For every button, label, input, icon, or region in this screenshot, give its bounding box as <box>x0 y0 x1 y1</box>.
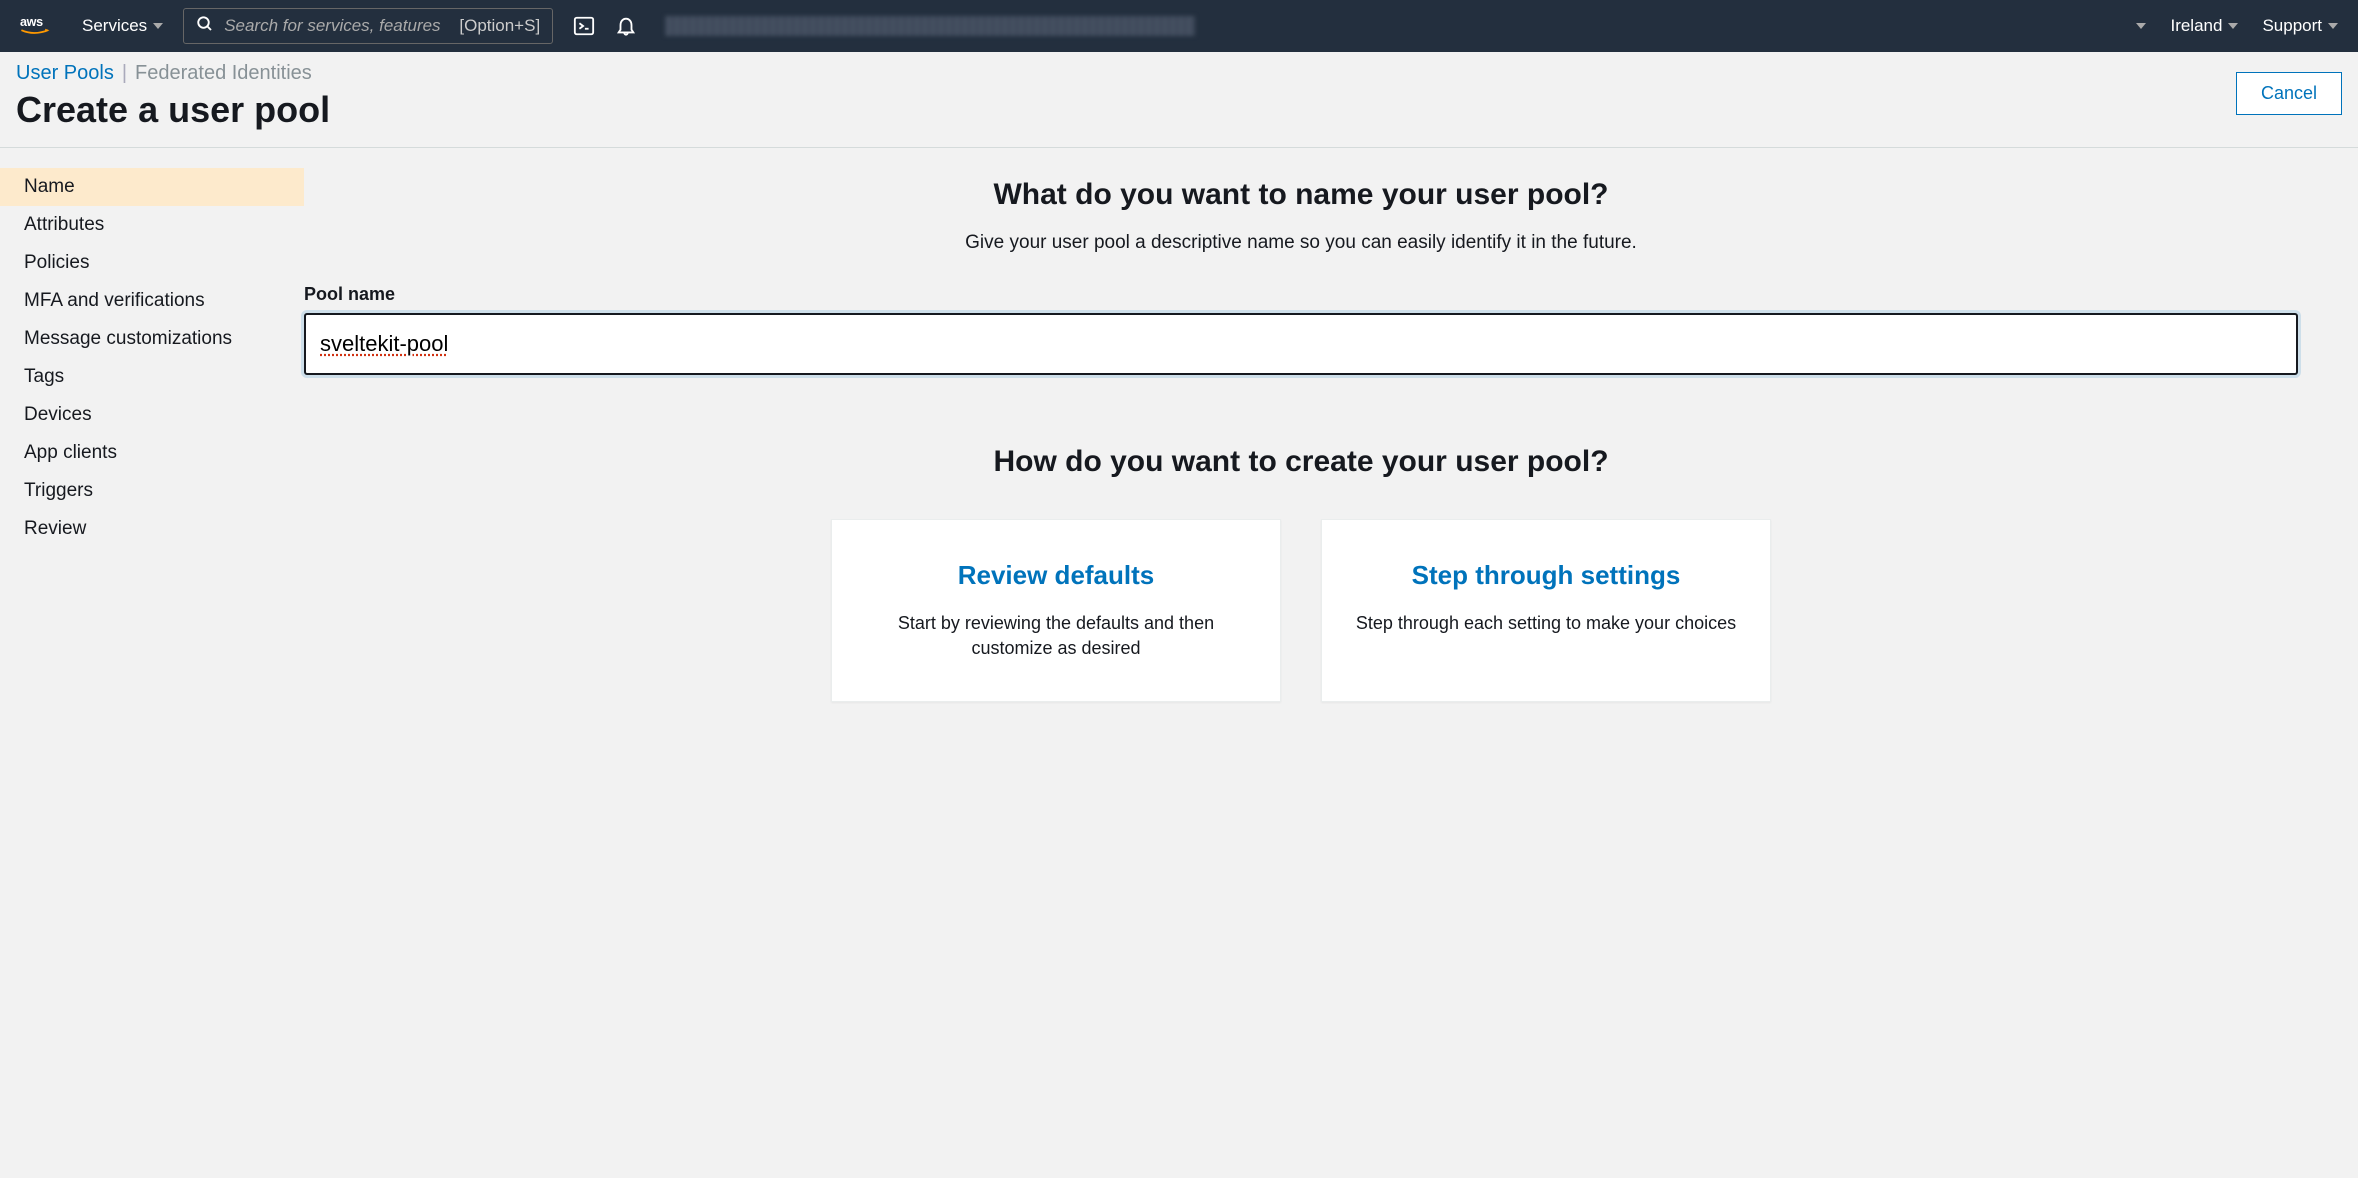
sidebar-item-app-clients[interactable]: App clients <box>0 434 304 472</box>
top-nav-bar: aws Services [Option+S] Ireland Support <box>0 0 2358 52</box>
account-info[interactable] <box>665 16 1195 36</box>
sidebar-item-name[interactable]: Name <box>0 168 304 206</box>
sidebar-item-policies[interactable]: Policies <box>0 244 304 282</box>
breadcrumb-federated[interactable]: Federated Identities <box>135 62 312 85</box>
sidebar-item-mfa[interactable]: MFA and verifications <box>0 282 304 320</box>
search-icon <box>196 15 214 38</box>
search-input[interactable] <box>224 16 449 36</box>
review-defaults-desc: Start by reviewing the defaults and then… <box>862 611 1250 661</box>
pool-name-input[interactable] <box>304 313 2298 375</box>
main-layout: Name Attributes Policies MFA and verific… <box>0 148 2358 742</box>
breadcrumb: User Pools | Federated Identities <box>16 62 330 85</box>
chevron-down-icon <box>2328 23 2338 29</box>
sidebar-item-messages[interactable]: Message customizations <box>0 320 304 358</box>
content-area: What do you want to name your user pool?… <box>304 148 2358 742</box>
chevron-down-icon <box>153 23 163 29</box>
region-selector[interactable]: Ireland <box>2170 16 2238 36</box>
review-defaults-title: Review defaults <box>862 560 1250 591</box>
aws-logo[interactable]: aws <box>20 12 62 40</box>
cloudshell-icon[interactable] <box>573 15 595 37</box>
search-shortcut: [Option+S] <box>459 16 540 36</box>
step-through-desc: Step through each setting to make your c… <box>1352 611 1740 636</box>
support-menu[interactable]: Support <box>2262 16 2338 36</box>
sidebar-item-attributes[interactable]: Attributes <box>0 206 304 244</box>
chevron-down-icon <box>2228 23 2238 29</box>
create-section-heading: How do you want to create your user pool… <box>304 445 2298 479</box>
svg-text:aws: aws <box>20 15 43 29</box>
page-title: Create a user pool <box>16 89 330 131</box>
step-through-card[interactable]: Step through settings Step through each … <box>1321 519 1771 702</box>
notifications-icon[interactable] <box>615 15 637 37</box>
breadcrumb-separator: | <box>122 62 127 85</box>
search-box[interactable]: [Option+S] <box>183 8 553 44</box>
services-menu[interactable]: Services <box>82 16 163 36</box>
sidebar-item-devices[interactable]: Devices <box>0 396 304 434</box>
sidebar-item-review[interactable]: Review <box>0 510 304 548</box>
sidebar: Name Attributes Policies MFA and verific… <box>0 148 304 742</box>
breadcrumb-user-pools[interactable]: User Pools <box>16 62 114 85</box>
services-label: Services <box>82 16 147 36</box>
chevron-down-icon <box>2136 23 2146 29</box>
review-defaults-card[interactable]: Review defaults Start by reviewing the d… <box>831 519 1281 702</box>
page-header: User Pools | Federated Identities Create… <box>0 52 2358 148</box>
name-section-heading: What do you want to name your user pool? <box>304 178 2298 212</box>
region-label: Ireland <box>2170 16 2222 36</box>
pool-name-label: Pool name <box>304 284 2298 305</box>
option-cards: Review defaults Start by reviewing the d… <box>304 519 2298 702</box>
name-section-subtext: Give your user pool a descriptive name s… <box>304 232 2298 254</box>
step-through-title: Step through settings <box>1352 560 1740 591</box>
sidebar-item-tags[interactable]: Tags <box>0 358 304 396</box>
cancel-button[interactable]: Cancel <box>2236 72 2342 115</box>
sidebar-item-triggers[interactable]: Triggers <box>0 472 304 510</box>
support-label: Support <box>2262 16 2322 36</box>
